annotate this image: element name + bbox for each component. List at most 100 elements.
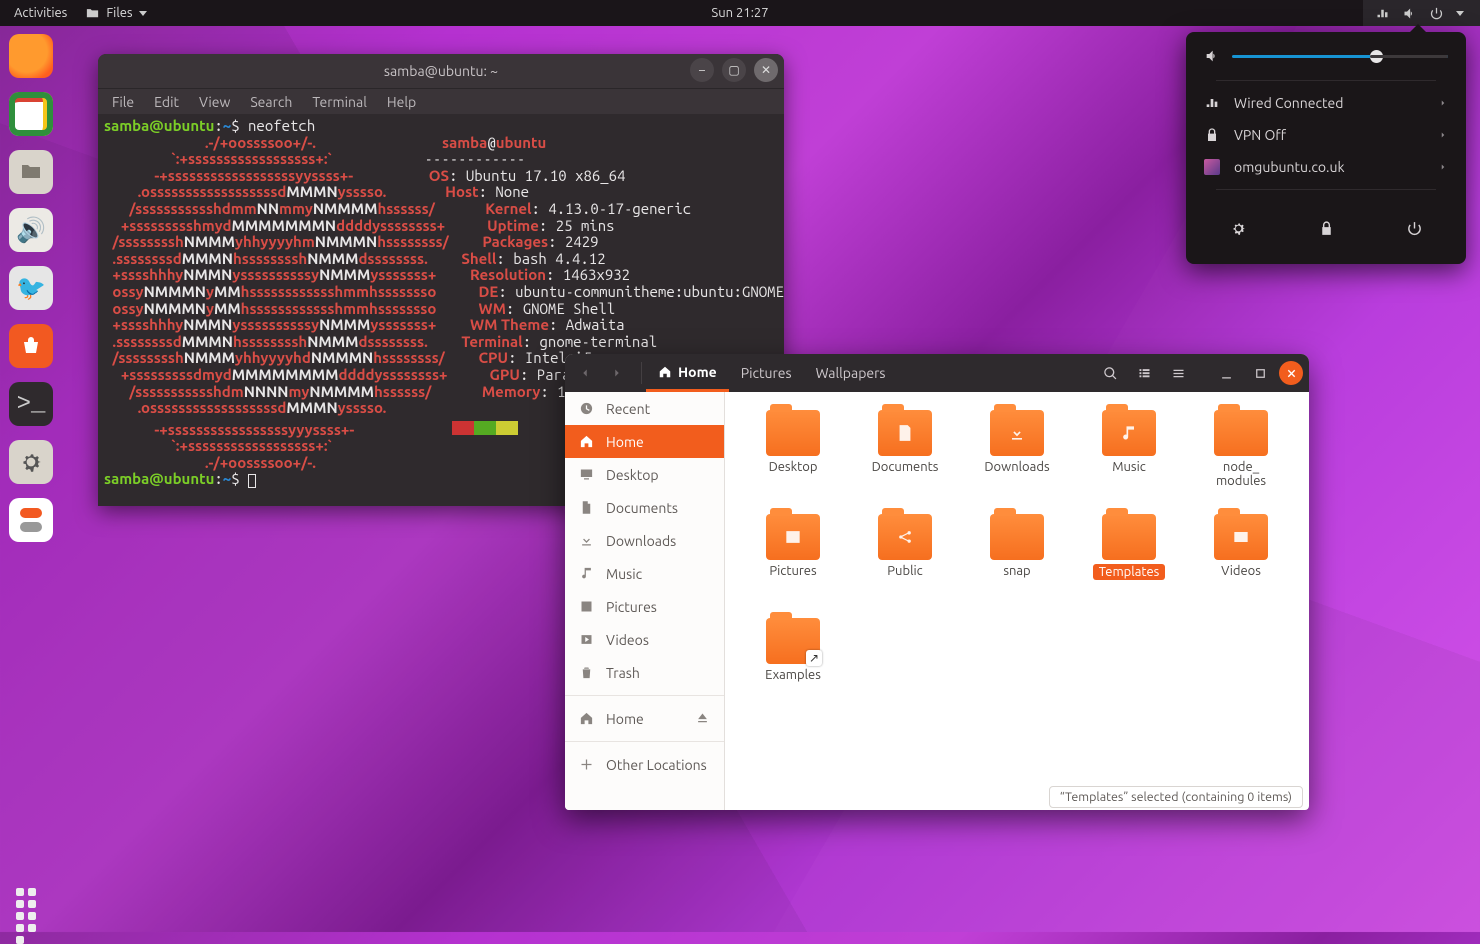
menu-file[interactable]: File: [112, 94, 134, 110]
dock-app-firefox[interactable]: [9, 34, 53, 78]
sidebar-item-label: Music: [606, 566, 642, 582]
minimize-button[interactable]: –: [690, 58, 714, 82]
chevron-down-icon: [1456, 11, 1464, 16]
maximize-button[interactable]: [1245, 359, 1275, 387]
maximize-button[interactable]: ▢: [722, 58, 746, 82]
menu-help[interactable]: Help: [387, 94, 416, 110]
crumb-wallpapers[interactable]: Wallpapers: [804, 354, 898, 392]
volume-slider[interactable]: [1232, 55, 1448, 58]
power-button[interactable]: [1396, 210, 1432, 246]
folder-snap[interactable]: snap: [990, 514, 1044, 614]
sidebar-item-label: Home: [606, 434, 644, 450]
files-window: Home Pictures Wallpapers Recent Home Deskt…: [565, 354, 1309, 810]
volume-row: [1186, 42, 1466, 74]
sidebar-item-label: Home: [606, 711, 644, 727]
sidebar-item-pictures[interactable]: Pictures: [565, 590, 724, 623]
sidebar-item-label: Desktop: [606, 467, 659, 483]
menu-view[interactable]: View: [199, 94, 230, 110]
close-button[interactable]: ✕: [754, 58, 778, 82]
folder-label: Templates: [1093, 564, 1166, 580]
sidebar-item-label: Recent: [606, 401, 650, 417]
dock-app-files[interactable]: [9, 150, 53, 194]
crumb-label: Home: [678, 364, 717, 380]
sysmenu-row-wired-connected[interactable]: Wired Connected: [1186, 87, 1466, 119]
terminal-title: samba@ubuntu: ~: [384, 63, 498, 79]
separator: [565, 741, 724, 742]
sidebar-item-home[interactable]: Home: [565, 702, 724, 735]
sysmenu-row-omgubuntu-co-uk[interactable]: omgubuntu.co.uk: [1186, 151, 1466, 183]
settings-button[interactable]: [1220, 210, 1256, 246]
minimize-button[interactable]: [1211, 359, 1241, 387]
sysmenu-row-label: omgubuntu.co.uk: [1234, 159, 1345, 175]
close-button[interactable]: [1279, 361, 1303, 385]
sidebar-item-desktop[interactable]: Desktop: [565, 458, 724, 491]
forward-button[interactable]: [603, 359, 631, 387]
sidebar-item-label: Videos: [606, 632, 649, 648]
dock-app-terminal[interactable]: >_: [9, 382, 53, 426]
top-bar: Activities Files Sun 21:27: [0, 0, 1480, 26]
hamburger-button[interactable]: [1163, 359, 1193, 387]
folder-label: Music: [1112, 460, 1146, 474]
folder-music[interactable]: Music: [1102, 410, 1156, 510]
folder-label: Pictures: [769, 564, 816, 578]
dock: 🔊 🐦 >_: [4, 30, 58, 928]
volume-icon: [1402, 6, 1417, 21]
list-view-button[interactable]: [1129, 359, 1159, 387]
crumb-pictures[interactable]: Pictures: [729, 354, 804, 392]
sidebar-item-trash[interactable]: Trash: [565, 656, 724, 689]
menu-search[interactable]: Search: [250, 94, 292, 110]
search-button[interactable]: [1095, 359, 1125, 387]
lock-button[interactable]: [1308, 210, 1344, 246]
menu-edit[interactable]: Edit: [154, 94, 179, 110]
folder-documents[interactable]: Documents: [872, 410, 939, 510]
folder-label: Videos: [1221, 564, 1261, 578]
appmenu-button[interactable]: Files: [85, 6, 146, 21]
folder-desktop[interactable]: Desktop: [766, 410, 820, 510]
dock-app-settings[interactable]: [9, 440, 53, 484]
dock-app-rhythmbox[interactable]: 🔊: [9, 208, 53, 252]
sidebar-item-documents[interactable]: Documents: [565, 491, 724, 524]
back-button[interactable]: [571, 359, 599, 387]
folder-downloads[interactable]: Downloads: [984, 410, 1049, 510]
menu-terminal[interactable]: Terminal: [312, 94, 367, 110]
folder-templates[interactable]: Templates: [1093, 514, 1166, 614]
chevron-down-icon: [139, 11, 147, 16]
sysmenu-row-vpn-off[interactable]: VPN Off: [1186, 119, 1466, 151]
folder-pictures[interactable]: Pictures: [766, 514, 820, 614]
separator: [1216, 189, 1436, 190]
sysmenu-row-label: Wired Connected: [1234, 95, 1343, 111]
folder-node_-modules[interactable]: node_modules: [1214, 410, 1268, 510]
sidebar-item-home[interactable]: Home: [565, 425, 724, 458]
folder-videos[interactable]: Videos: [1214, 514, 1268, 614]
sidebar-item-music[interactable]: Music: [565, 557, 724, 590]
dock-app-tweaks[interactable]: [9, 498, 53, 542]
folder-label: Downloads: [984, 460, 1049, 474]
sidebar-item-other-locations[interactable]: Other Locations: [565, 748, 724, 781]
show-apps-button[interactable]: [12, 884, 46, 918]
system-buttons-row: [1186, 196, 1466, 250]
activities-button[interactable]: Activities: [14, 6, 67, 20]
crumb-home[interactable]: Home: [646, 354, 729, 392]
clock[interactable]: Sun 21:27: [711, 6, 768, 20]
dock-app-corebird[interactable]: 🐦: [9, 266, 53, 310]
sidebar-item-downloads[interactable]: Downloads: [565, 524, 724, 557]
terminal-titlebar[interactable]: samba@ubuntu: ~ – ▢ ✕: [98, 54, 784, 88]
files-sidebar: Recent Home Desktop DocumentsDownloads Music…: [565, 392, 725, 810]
slider-thumb[interactable]: [1370, 50, 1383, 63]
folder-public[interactable]: Public: [878, 514, 932, 614]
files-grid[interactable]: Desktop Documents Downloads Music node_modul…: [725, 392, 1309, 786]
folder-label: node_modules: [1216, 460, 1266, 488]
dock-app-software[interactable]: [9, 324, 53, 368]
sidebar-item-recent[interactable]: Recent: [565, 392, 724, 425]
dock-app-chrome[interactable]: [9, 92, 53, 136]
folder-label: snap: [1003, 564, 1030, 578]
separator: [1216, 80, 1436, 81]
sidebar-item-label: Pictures: [606, 599, 657, 615]
sidebar-item-videos[interactable]: Videos: [565, 623, 724, 656]
folder-examples[interactable]: Examples: [765, 618, 821, 718]
sysmenu-row-label: VPN Off: [1234, 127, 1286, 143]
system-tray[interactable]: [1363, 0, 1480, 26]
sidebar-item-label: Trash: [606, 665, 640, 681]
folder-icon: [85, 6, 100, 21]
files-headerbar[interactable]: Home Pictures Wallpapers: [565, 354, 1309, 392]
